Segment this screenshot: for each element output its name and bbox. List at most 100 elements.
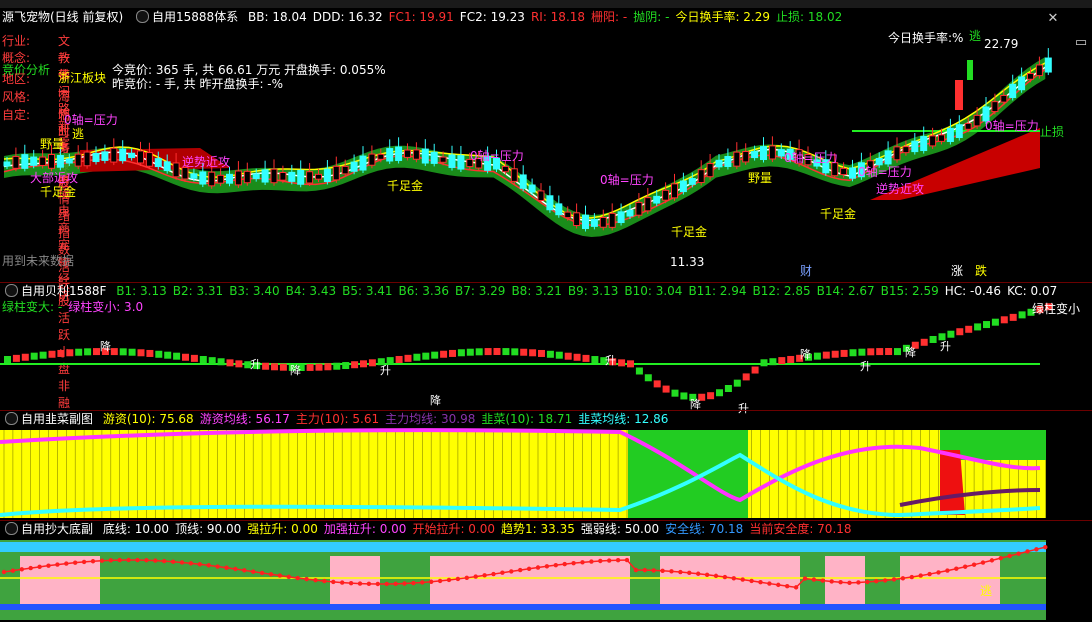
bally-block	[21, 353, 29, 361]
bally-block	[555, 351, 563, 359]
bally-block	[769, 358, 777, 366]
bally-block	[271, 363, 278, 371]
candle	[3, 161, 11, 167]
bally-block	[404, 354, 412, 362]
pane2-value-8: B9: 3.13	[567, 284, 619, 298]
bally-block	[39, 351, 47, 359]
bally-block	[164, 351, 172, 359]
candle	[261, 169, 269, 183]
pane3-value-3: 主力均线: 30.98	[385, 412, 476, 426]
pink-zone	[760, 556, 800, 604]
bally-block	[57, 349, 65, 357]
qianzujin-label-2: 千足金	[387, 178, 423, 193]
bally-block	[653, 380, 661, 388]
bally-block	[84, 348, 92, 356]
candle	[421, 148, 429, 164]
candle	[644, 197, 652, 212]
bally-block	[956, 328, 964, 336]
bally-block	[110, 348, 118, 356]
bally-block	[662, 385, 670, 393]
turnover-label: 今日换手率:%	[888, 30, 963, 45]
candle	[56, 154, 64, 168]
candle	[582, 214, 589, 230]
bally-block	[173, 352, 181, 360]
pressure-label-2: 0轴=压力	[470, 148, 524, 163]
pane3-settings-icon[interactable]	[5, 412, 18, 425]
pane2-value-4: B5: 3.41	[342, 284, 393, 298]
candle	[368, 153, 376, 166]
pane2-value-17: 绿柱变小: 3.0	[68, 300, 144, 314]
candle	[270, 168, 278, 184]
fall-marker: 跌	[975, 263, 987, 278]
bally-block	[1018, 311, 1026, 319]
pane4-value-5: 趋势1: 33.35	[501, 522, 575, 536]
bally-block	[858, 348, 866, 356]
bally-block	[395, 355, 403, 363]
pane4-settings-icon[interactable]	[5, 522, 18, 535]
bally-signal-label: 升	[940, 340, 951, 353]
candle	[48, 153, 55, 169]
pressure-label-1: 0轴=压力	[64, 112, 118, 127]
bally-block	[315, 363, 323, 371]
candle	[955, 124, 963, 139]
bally-block	[546, 350, 554, 358]
bally-block	[279, 363, 287, 371]
escape-label-pane4: 逃	[980, 584, 992, 598]
bally-signal-label: 降	[690, 397, 701, 411]
candle	[288, 171, 296, 182]
bally-block	[876, 348, 884, 356]
pane4-value-0: 底线: 10.00	[102, 522, 170, 536]
qianzujin-label-4: 千足金	[820, 206, 856, 221]
candle	[902, 146, 910, 154]
bally-block	[235, 360, 243, 368]
pane2-title: 自用贝利1588F B1: 3.13 B2: 3.31 B3: 3.40 B4: 3.…	[2, 283, 1092, 314]
candle	[226, 173, 233, 184]
candle	[217, 174, 225, 184]
bally-block	[671, 389, 679, 397]
pane3-indicator-name[interactable]: 自用韭菜副图	[21, 411, 93, 427]
candle	[101, 151, 109, 161]
bally-block	[226, 359, 234, 367]
pane2-value-1: B2: 3.31	[172, 284, 224, 298]
bally-signal-label: 升	[250, 358, 261, 371]
candle	[608, 212, 616, 228]
candle	[172, 162, 180, 178]
candle	[395, 146, 403, 161]
bally-block	[502, 348, 510, 356]
escape-label-2: 逃	[72, 127, 84, 141]
bally-signal-label: 降	[800, 347, 811, 361]
pane2-value-14: HC: -0.46	[944, 284, 1002, 298]
candle	[128, 152, 136, 159]
candle	[39, 156, 47, 166]
pane2-settings-icon[interactable]	[5, 284, 18, 297]
pane2-indicator-name[interactable]: 自用贝利1588F	[21, 283, 106, 299]
bally-signal-label: 升	[380, 364, 391, 377]
near-attack-label-3: 逆势近攻	[876, 181, 924, 196]
bally-block	[75, 348, 83, 356]
candle	[964, 122, 972, 130]
spike-candle	[967, 60, 973, 80]
candle	[893, 146, 901, 161]
pane4-title: 自用抄大底副 底线: 10.00 顶线: 90.00 强拉升: 0.00 加强拉升: …	[2, 521, 858, 537]
bally-block	[30, 352, 38, 360]
bally-block	[440, 350, 448, 358]
pane2-value-15: KC: 0.07	[1007, 284, 1058, 298]
pane2-value-2: B3: 3.40	[229, 284, 280, 298]
candle	[662, 189, 670, 201]
candle	[546, 195, 554, 211]
bally-block	[342, 362, 350, 370]
bally-block	[885, 348, 893, 356]
pane2-value-7: B8: 3.21	[511, 284, 562, 298]
bally-block	[724, 385, 732, 393]
candle	[528, 184, 536, 193]
candle	[875, 157, 883, 166]
bally-block	[484, 348, 492, 356]
pressure-label-4: 0轴=压力	[858, 164, 912, 179]
low-price-label: 11.33	[670, 255, 704, 269]
pane3-title: 自用韭菜副图 游资(10): 75.68 游资均线: 56.17 主力(10): 5…	[2, 411, 674, 427]
candle	[679, 180, 687, 193]
pane3-value-2: 主力(10): 5.61	[295, 412, 380, 426]
bally-block	[457, 349, 465, 357]
bally-block	[947, 330, 955, 338]
pane4-indicator-name[interactable]: 自用抄大底副	[21, 521, 93, 537]
